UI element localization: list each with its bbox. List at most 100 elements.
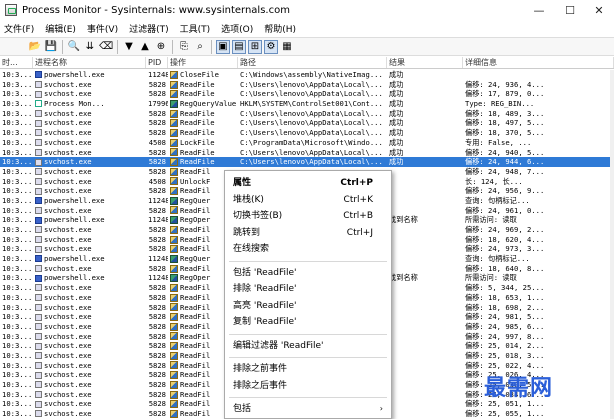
file-operation-icon bbox=[170, 380, 178, 389]
menu-event[interactable]: 事件(V) bbox=[87, 22, 118, 35]
context-menu-item[interactable]: 属性 Ctrl+P bbox=[225, 175, 391, 191]
magnify-icon[interactable]: 🔍 bbox=[67, 40, 81, 54]
jump-icon[interactable]: ⎘ bbox=[177, 40, 191, 54]
table-row[interactable]: 10:3... svchost.exe 4508 LockFile C:\Program… bbox=[0, 138, 614, 148]
minimize-button[interactable]: — bbox=[524, 0, 554, 20]
table-row[interactable]: 10:3... svchost.exe 5828 ReadFile C:\Users\l… bbox=[0, 109, 614, 119]
column-detail[interactable]: 详细信息 bbox=[463, 57, 614, 68]
file-operation-icon bbox=[170, 264, 178, 273]
file-operation-icon bbox=[170, 303, 178, 312]
table-row[interactable]: 10:3... svchost.exe 5828 ReadFile C:\Users\l… bbox=[0, 80, 614, 90]
svchost-icon bbox=[35, 187, 42, 195]
target-icon[interactable]: ⊕ bbox=[154, 40, 168, 54]
highlight-icon[interactable]: ▲ bbox=[138, 40, 152, 54]
process-name: svchost.exe bbox=[44, 205, 92, 215]
svchost-icon bbox=[35, 90, 42, 98]
context-menu-separator bbox=[229, 397, 387, 398]
table-row[interactable]: 10:3... svchost.exe 5828 ReadFile C:\Users\l… bbox=[0, 118, 614, 128]
file-operation-icon bbox=[170, 351, 178, 360]
menu-file[interactable]: 文件(F) bbox=[4, 22, 34, 35]
process-name: svchost.exe bbox=[44, 399, 92, 409]
cell-pid: 5828 bbox=[148, 331, 166, 341]
menu-filter[interactable]: 过滤器(T) bbox=[129, 22, 169, 35]
registry-icon[interactable]: ▣ bbox=[216, 39, 230, 54]
menu-options[interactable]: 选项(O) bbox=[221, 22, 253, 35]
operation-name: ReadFil bbox=[180, 302, 211, 312]
filter-icon[interactable]: ▼ bbox=[122, 40, 136, 54]
context-menu: 属性 Ctrl+P 堆栈(K) Ctrl+K 切换书签(B) Ctrl+B 跳转到 Ctrl+… bbox=[224, 170, 392, 419]
context-menu-item[interactable]: 排除之后事件 bbox=[225, 378, 391, 394]
process-name: svchost.exe bbox=[44, 292, 92, 302]
find-icon[interactable]: ⌕ bbox=[193, 40, 207, 54]
table-row[interactable]: 10:3... svchost.exe 5828 ReadFile C:\Users\l… bbox=[0, 89, 614, 99]
column-operation[interactable]: 操作 bbox=[168, 57, 238, 68]
column-path[interactable]: 路径 bbox=[238, 57, 387, 68]
context-menu-item[interactable]: 排除之前事件 bbox=[225, 361, 391, 377]
table-row[interactable]: 10:3... Process Mon... 17996 RegQueryValue H… bbox=[0, 99, 614, 109]
clear-icon[interactable]: ⌫ bbox=[99, 40, 113, 54]
operation-name: ReadFile bbox=[180, 118, 215, 128]
save-icon[interactable]: 💾 bbox=[44, 40, 58, 54]
cell-process: Process Mon... bbox=[33, 99, 146, 109]
filesystem-icon[interactable]: ▤ bbox=[232, 39, 246, 54]
toolbar: 📂 💾 🔍 ⇊ ⌫ ▼ ▲ ⊕ ⎘ ⌕ ▣ ▤ ⊞ ⚙ ▦ bbox=[0, 37, 614, 56]
autoscroll-icon[interactable]: ⇊ bbox=[83, 40, 97, 54]
cell-process: svchost.exe bbox=[33, 244, 146, 254]
cell-path: C:\Users\lenovo\AppData\Local\... bbox=[240, 118, 383, 128]
context-menu-item[interactable]: 编辑过滤器 'ReadFile' bbox=[225, 338, 391, 354]
table-row[interactable]: 10:3... svchost.exe 5828 ReadFile C:\Users\l… bbox=[0, 128, 614, 138]
cell-result: 成功 bbox=[389, 118, 404, 128]
column-pid[interactable]: PID bbox=[146, 57, 168, 68]
svchost-icon bbox=[35, 303, 42, 311]
cell-process: svchost.exe bbox=[33, 118, 146, 128]
operation-name: ReadFil bbox=[180, 205, 211, 215]
column-time[interactable]: 时... bbox=[0, 57, 33, 68]
context-menu-item[interactable]: 包括 › bbox=[225, 401, 391, 417]
cell-pid: 5828 bbox=[148, 263, 166, 273]
cell-operation: ReadFile bbox=[168, 89, 238, 99]
process-icon[interactable]: ⚙ bbox=[264, 39, 278, 54]
cell-result bbox=[387, 167, 463, 177]
context-menu-shortcut: Ctrl+P bbox=[340, 178, 373, 188]
column-process-name[interactable]: 进程名称 bbox=[33, 57, 146, 68]
svchost-icon bbox=[35, 371, 42, 379]
cell-pid: 5828 bbox=[148, 244, 166, 254]
column-result[interactable]: 结果 bbox=[387, 57, 463, 68]
menu-edit[interactable]: 编辑(E) bbox=[45, 22, 76, 35]
operation-name: ReadFil bbox=[180, 360, 211, 370]
table-row[interactable]: 10:3... svchost.exe 5828 ReadFile C:\Users\l… bbox=[0, 157, 614, 167]
toolbar-separator bbox=[211, 39, 212, 54]
context-menu-item[interactable]: 高亮 'ReadFile' bbox=[225, 298, 391, 314]
menu-help[interactable]: 帮助(H) bbox=[264, 22, 296, 35]
open-icon[interactable]: 📂 bbox=[28, 40, 42, 54]
operation-name: RegQueryValue bbox=[180, 99, 237, 109]
cell-process: svchost.exe bbox=[33, 332, 146, 342]
svchost-icon bbox=[35, 148, 42, 156]
context-menu-item[interactable]: 在线搜索 bbox=[225, 241, 391, 257]
file-operation-icon bbox=[170, 225, 178, 234]
vertical-scrollbar[interactable] bbox=[610, 70, 614, 419]
context-menu-item[interactable]: 包括 'ReadFile' bbox=[225, 265, 391, 281]
context-menu-item[interactable]: 切换书签(B) Ctrl+B bbox=[225, 208, 391, 224]
cell-result: 成功 bbox=[389, 89, 404, 99]
process-name: svchost.exe bbox=[44, 341, 92, 351]
menu-tools[interactable]: 工具(T) bbox=[180, 22, 211, 35]
file-operation-icon bbox=[170, 235, 178, 244]
cell-process: svchost.exe bbox=[33, 351, 146, 361]
cell-detail: 专用: False, ... bbox=[465, 137, 532, 147]
table-row[interactable]: 10:3... powershell.exe 11248 CloseFile C:\Wi… bbox=[0, 70, 614, 80]
table-row[interactable]: 10:3... svchost.exe 5828 ReadFile C:\Users\l… bbox=[0, 148, 614, 158]
context-menu-item[interactable]: 复制 'ReadFile' bbox=[225, 314, 391, 330]
file-operation-icon bbox=[170, 400, 178, 409]
context-menu-item[interactable]: 堆栈(K) Ctrl+K bbox=[225, 192, 391, 208]
network-icon[interactable]: ⊞ bbox=[248, 39, 262, 54]
context-menu-item[interactable]: 跳转到 Ctrl+J bbox=[225, 225, 391, 241]
close-button[interactable]: ✕ bbox=[584, 0, 614, 20]
profiling-icon[interactable]: ▦ bbox=[280, 40, 294, 54]
operation-name: ReadFil bbox=[180, 389, 211, 399]
cell-pid: 17996 bbox=[148, 99, 168, 109]
maximize-button[interactable]: ☐ bbox=[555, 0, 585, 20]
process-name: svchost.exe bbox=[44, 176, 92, 186]
process-name: powershell.exe bbox=[44, 195, 105, 205]
context-menu-item[interactable]: 排除 'ReadFile' bbox=[225, 281, 391, 297]
